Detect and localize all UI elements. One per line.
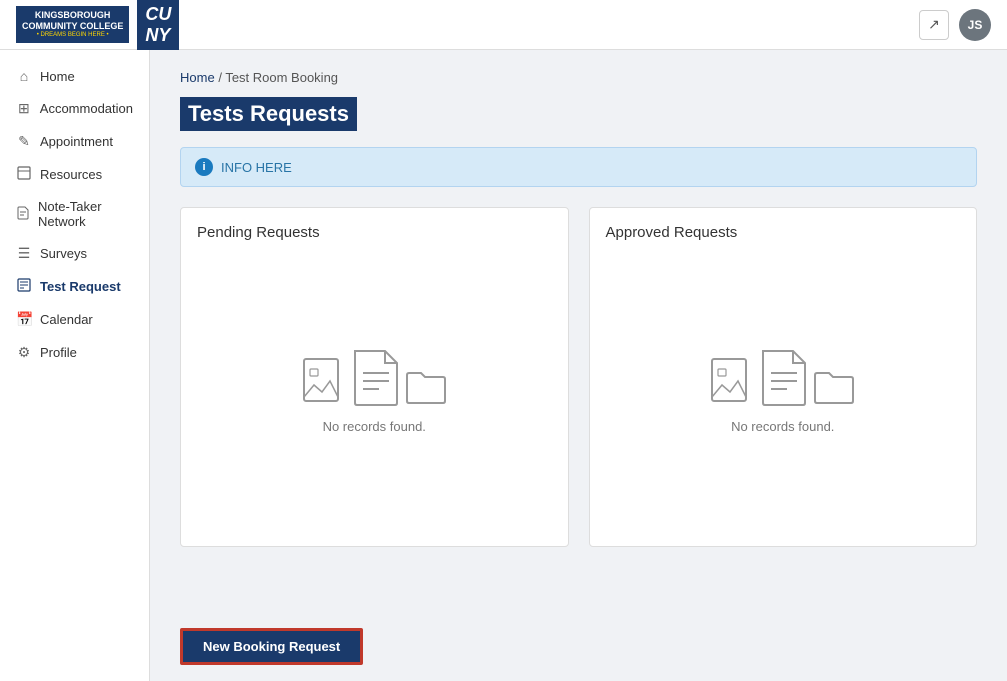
sidebar-label-home: Home [40,69,75,84]
header-actions: ↗ JS [919,9,991,41]
content-area: Home / Test Room Booking Tests Requests … [150,50,1007,612]
pending-no-records: No records found. [323,419,426,434]
sidebar-item-home[interactable]: ⌂ Home [0,60,149,92]
sidebar-label-note-taker-network: Note-Taker Network [38,199,133,229]
pending-requests-title: Pending Requests [197,224,552,241]
sidebar-item-profile[interactable]: ⚙ Profile [0,336,149,369]
cuny-logo: CUNY [137,0,179,50]
external-link-icon: ↗ [928,16,940,33]
sidebar-item-note-taker-network[interactable]: Note-Taker Network [0,191,149,237]
kingsborough-logo: KINGSBOROUGHCOMMUNITY COLLEGE • DREAMS B… [16,6,129,43]
profile-icon: ⚙ [16,344,32,361]
sidebar-item-test-request[interactable]: Test Request [0,270,149,303]
approved-requests-card: Approved Requests [589,207,978,547]
test-request-icon [16,278,32,295]
header: KINGSBOROUGHCOMMUNITY COLLEGE • DREAMS B… [0,0,1007,50]
approved-empty-icons [710,349,855,407]
sidebar-label-calendar: Calendar [40,312,93,327]
document-file-icon-2 [759,349,809,407]
breadcrumb: Home / Test Room Booking [180,70,977,85]
breadcrumb-current: Test Room Booking [225,70,338,85]
info-icon: i [195,158,213,176]
logo-area: KINGSBOROUGHCOMMUNITY COLLEGE • DREAMS B… [16,0,179,50]
document-file-icon [351,349,401,407]
sidebar-item-accommodation[interactable]: ⊞ Accommodation [0,92,149,125]
appointment-icon: ✎ [16,133,32,150]
calendar-icon: 📅 [16,311,32,328]
user-avatar-button[interactable]: JS [959,9,991,41]
info-banner: i INFO HERE [180,147,977,187]
folder-icon [405,365,447,407]
image-file-icon-2 [710,357,755,407]
sidebar-label-surveys: Surveys [40,246,87,261]
pending-empty-icons [302,349,447,407]
requests-grid: Pending Requests [180,207,977,547]
accommodation-icon: ⊞ [16,100,32,117]
breadcrumb-home[interactable]: Home [180,70,215,85]
sidebar-item-calendar[interactable]: 📅 Calendar [0,303,149,336]
bottom-bar: New Booking Request [150,612,1007,681]
folder-icon-2 [813,365,855,407]
page-title: Tests Requests [180,97,357,131]
sidebar-label-profile: Profile [40,345,77,360]
home-icon: ⌂ [16,68,32,84]
new-booking-button[interactable]: New Booking Request [180,628,363,665]
sidebar-label-test-request: Test Request [40,279,121,294]
dreams-tagline: • DREAMS BEGIN HERE • [22,32,123,39]
main-layout: ⌂ Home ⊞ Accommodation ✎ Appointment Res… [0,50,1007,681]
pending-empty-state: No records found. [197,253,552,530]
sidebar-item-resources[interactable]: Resources [0,158,149,191]
sidebar-label-appointment: Appointment [40,134,113,149]
pending-requests-card: Pending Requests [180,207,569,547]
approved-requests-title: Approved Requests [606,224,961,241]
image-file-icon [302,357,347,407]
note-taker-icon [16,206,30,223]
resources-icon [16,166,32,183]
sidebar: ⌂ Home ⊞ Accommodation ✎ Appointment Res… [0,50,150,681]
sidebar-label-resources: Resources [40,167,102,182]
sidebar-item-appointment[interactable]: ✎ Appointment [0,125,149,158]
info-banner-text: INFO HERE [221,160,292,175]
sidebar-item-surveys[interactable]: ☰ Surveys [0,237,149,270]
sidebar-label-accommodation: Accommodation [40,101,133,116]
approved-no-records: No records found. [731,419,834,434]
surveys-icon: ☰ [16,245,32,262]
external-link-button[interactable]: ↗ [919,10,949,40]
approved-empty-state: No records found. [606,253,961,530]
